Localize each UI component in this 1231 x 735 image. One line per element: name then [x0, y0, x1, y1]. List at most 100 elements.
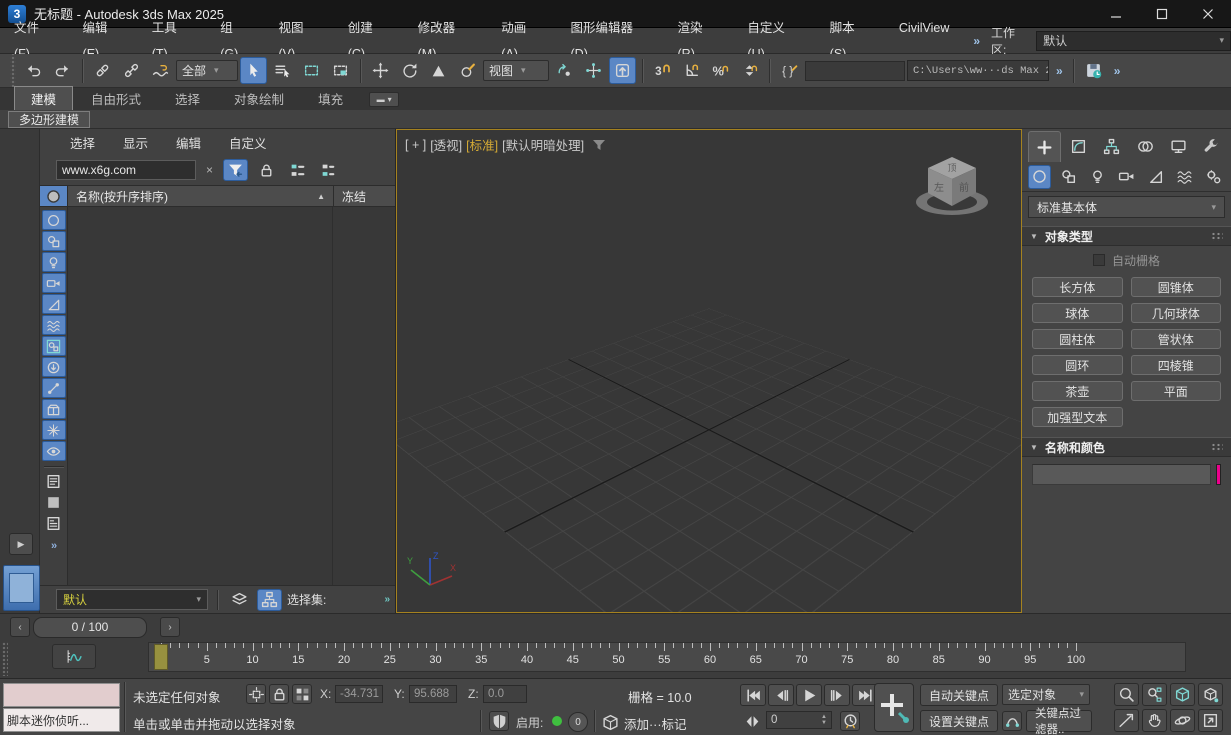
name-column-header[interactable]: 名称(按升序排序) ▲ [68, 186, 333, 206]
workspace-dropdown[interactable]: 默认 ▾ [1036, 30, 1231, 51]
category-cameras-button[interactable] [1115, 165, 1138, 189]
view-cube[interactable]: 顶 左 前 [909, 144, 995, 229]
zoom-extents-button[interactable] [1170, 683, 1195, 706]
select-place-button[interactable] [454, 57, 481, 84]
tab-hierarchy[interactable] [1096, 131, 1127, 162]
display-containers-toggle[interactable] [41, 399, 66, 419]
search-input[interactable] [56, 160, 196, 180]
x-coord-field[interactable]: -34.731 [335, 685, 383, 703]
close-button[interactable] [1185, 0, 1231, 27]
reference-coordsys-dropdown[interactable]: 视图 ▾ [483, 60, 549, 81]
object-type-button-5[interactable]: 管状体 [1130, 329, 1221, 349]
pan-button[interactable] [1142, 709, 1167, 732]
set-keys-button[interactable] [874, 683, 914, 732]
save-file-button[interactable] [1080, 57, 1107, 84]
explorer-doc2-button[interactable] [42, 513, 66, 533]
maxscript-listener-label[interactable]: 脚本迷你侦听... [3, 708, 120, 732]
layers-view-button[interactable] [227, 589, 252, 611]
toolbar-grip[interactable] [10, 54, 16, 87]
polygon-modeling-panel-button[interactable]: 多边形建模 [8, 110, 91, 128]
viewport-perspective[interactable]: [ + ] [透视] [标准] [默认明暗处理] 顶 左 前 Z X Y [396, 129, 1022, 613]
viewport-menu-pov[interactable]: [透视] [430, 135, 462, 154]
frozen-column-header[interactable]: 冻结 [333, 186, 395, 206]
field-of-view-button[interactable] [1114, 709, 1139, 732]
time-slider-ruler[interactable]: 0510152025303540455055606570758085909510… [148, 642, 1186, 672]
play-button[interactable] [796, 684, 822, 706]
rollout-grip-icon[interactable] [1211, 442, 1223, 452]
edit-named-selections-button[interactable]: { } [776, 57, 803, 84]
redo-button[interactable] [49, 57, 76, 84]
unlink-button[interactable] [118, 57, 145, 84]
object-type-rollout-header[interactable]: ▼ 对象类型 [1022, 226, 1231, 246]
undo-button[interactable] [20, 57, 47, 84]
object-color-swatch[interactable] [1216, 464, 1221, 485]
expand-panel-button[interactable]: ▶ [9, 533, 33, 555]
trackbar-grip[interactable] [2, 642, 8, 676]
rollout-grip-icon[interactable] [1211, 231, 1223, 241]
display-helpers-toggle[interactable] [41, 294, 66, 314]
adaptive-degradation-button[interactable] [489, 711, 509, 731]
selection-filter-dropdown[interactable]: 全部 ▾ [176, 60, 238, 81]
mini-curve-editor-button[interactable] [52, 644, 96, 669]
link-button[interactable] [89, 57, 116, 84]
tab-modify[interactable] [1063, 131, 1094, 162]
viewport-menu-shading[interactable]: [默认明暗处理] [502, 135, 584, 154]
display-groups-toggle[interactable] [41, 336, 66, 356]
manipulate-button[interactable] [551, 57, 578, 84]
object-type-button-4[interactable]: 圆柱体 [1032, 329, 1123, 349]
maximize-button[interactable] [1139, 0, 1185, 27]
object-type-button-0[interactable]: 长方体 [1032, 277, 1123, 297]
display-particles-toggle[interactable] [41, 420, 66, 440]
mute-counter-button[interactable]: 0 [568, 712, 588, 732]
previous-frame-button[interactable]: ‹ [10, 617, 30, 637]
category-spacewarps-button[interactable] [1173, 165, 1196, 189]
named-selection-field[interactable] [805, 60, 905, 81]
ribbon-tab-0[interactable]: 建模 [14, 86, 74, 110]
object-type-button-10[interactable]: 加强型文本 [1032, 407, 1123, 427]
object-type-button-7[interactable]: 四棱锥 [1130, 355, 1221, 375]
display-eye-toggle[interactable] [41, 441, 66, 461]
use-pivot-center-button[interactable] [609, 57, 636, 84]
transform-typein-button[interactable] [292, 684, 312, 704]
object-type-button-2[interactable]: 球体 [1032, 303, 1123, 323]
zoom-button[interactable] [1114, 683, 1139, 706]
ribbon-tab-4[interactable]: 填充 [302, 87, 359, 110]
category-shapes-button[interactable] [1057, 165, 1080, 189]
subcategory-dropdown[interactable]: 标准基本体 ▾ [1028, 196, 1225, 218]
select-move-button[interactable] [367, 57, 394, 84]
display-spacewarps-toggle[interactable] [41, 315, 66, 335]
lock-explorer-button[interactable] [254, 159, 279, 181]
clear-search-icon[interactable]: × [202, 163, 217, 177]
ribbon-display-dropdown[interactable]: ▬ ▾ [369, 92, 400, 107]
tab-motion[interactable] [1130, 131, 1161, 162]
select-scale-button[interactable] [425, 57, 452, 84]
zoom-all-button[interactable] [1142, 683, 1167, 706]
bind-spacewarp-button[interactable] [147, 57, 174, 84]
viewport-menu-general[interactable]: [ + ] [405, 138, 426, 152]
viewcube-top-label[interactable]: 顶 [947, 163, 956, 173]
toolbar-overflow-button[interactable]: » [1051, 64, 1067, 78]
explorer-doc1-button[interactable] [42, 471, 66, 491]
explorer-menu-3[interactable]: 自定义 [217, 133, 279, 152]
hierarchy-view-button[interactable] [257, 588, 282, 611]
y-coord-field[interactable]: 95.688 [409, 685, 457, 703]
expand-hierarchy-button[interactable] [285, 159, 310, 181]
time-configuration-button[interactable] [840, 711, 860, 731]
viewcube-left-label[interactable]: 左 [934, 181, 944, 194]
object-type-button-6[interactable]: 圆环 [1032, 355, 1123, 375]
category-geometry-button[interactable] [1028, 164, 1052, 189]
category-helpers-button[interactable] [1144, 165, 1167, 189]
z-coord-field[interactable]: 0.0 [483, 685, 527, 703]
category-lights-button[interactable] [1086, 165, 1109, 189]
ribbon-tab-2[interactable]: 选择 [159, 87, 216, 110]
isolate-selection-button[interactable] [246, 684, 266, 704]
footer-overflow-button[interactable]: » [384, 594, 389, 605]
per-view-preference-icon[interactable] [592, 139, 606, 151]
object-type-button-1[interactable]: 圆锥体 [1130, 277, 1221, 297]
select-object-button[interactable] [240, 57, 267, 84]
object-name-field[interactable] [1032, 464, 1211, 485]
tab-create[interactable] [1028, 131, 1062, 162]
auto-key-button[interactable]: 自动关键点 [920, 684, 998, 706]
header-circle-button[interactable] [40, 186, 68, 206]
name-color-rollout-header[interactable]: ▼ 名称和颜色 [1022, 437, 1231, 457]
